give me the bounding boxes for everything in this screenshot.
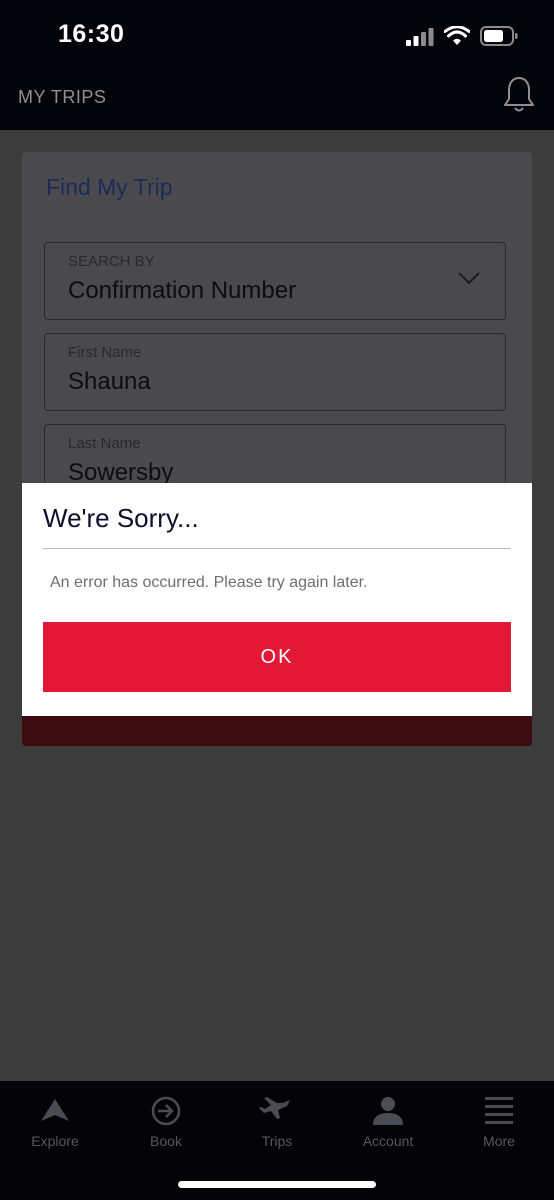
tab-label: Book (150, 1133, 182, 1149)
app-header: MY TRIPS (0, 75, 554, 130)
dialog-title: We're Sorry... (43, 503, 199, 533)
tab-trips[interactable]: Trips (222, 1081, 332, 1161)
tab-explore[interactable]: Explore (0, 1081, 110, 1161)
last-name-label: Last Name (68, 435, 141, 452)
tab-book[interactable]: Book (111, 1081, 221, 1161)
tab-account[interactable]: Account (333, 1081, 443, 1161)
arrow-circle-icon (151, 1096, 181, 1126)
tab-label: Trips (261, 1133, 293, 1149)
wifi-icon (444, 26, 470, 45)
delta-widget-icon (41, 1099, 69, 1121)
card-title: Find My Trip (46, 174, 173, 200)
first-name-field[interactable]: First Name Shauna (44, 333, 506, 411)
dialog-message: An error has occurred. Please try again … (50, 574, 368, 591)
airplane-icon (259, 1097, 290, 1119)
tab-label: Explore (31, 1133, 79, 1149)
first-name-label: First Name (68, 344, 142, 361)
home-indicator[interactable] (178, 1181, 376, 1188)
chevron-down-icon (458, 272, 480, 285)
tab-more[interactable]: More (444, 1081, 554, 1161)
tab-label: More (483, 1133, 515, 1149)
first-name-value: Shauna (68, 368, 151, 395)
tab-label: Account (362, 1133, 414, 1149)
search-by-dropdown[interactable]: SEARCH BY Confirmation Number (44, 242, 506, 320)
page-title: MY TRIPS (18, 87, 107, 107)
status-icons (406, 26, 518, 46)
status-bar: 16:30 (0, 0, 554, 75)
menu-icon (485, 1097, 513, 1124)
search-by-label: SEARCH BY (68, 253, 155, 270)
bell-icon[interactable] (502, 75, 536, 115)
status-time: 16:30 (58, 20, 125, 48)
signal-icon (406, 28, 434, 46)
ok-button[interactable]: OK (43, 622, 511, 692)
person-icon (373, 1097, 403, 1125)
battery-icon (480, 26, 518, 46)
error-dialog: We're Sorry... An error has occurred. Pl… (22, 483, 532, 716)
search-by-value: Confirmation Number (68, 277, 297, 304)
dialog-divider (43, 548, 511, 549)
